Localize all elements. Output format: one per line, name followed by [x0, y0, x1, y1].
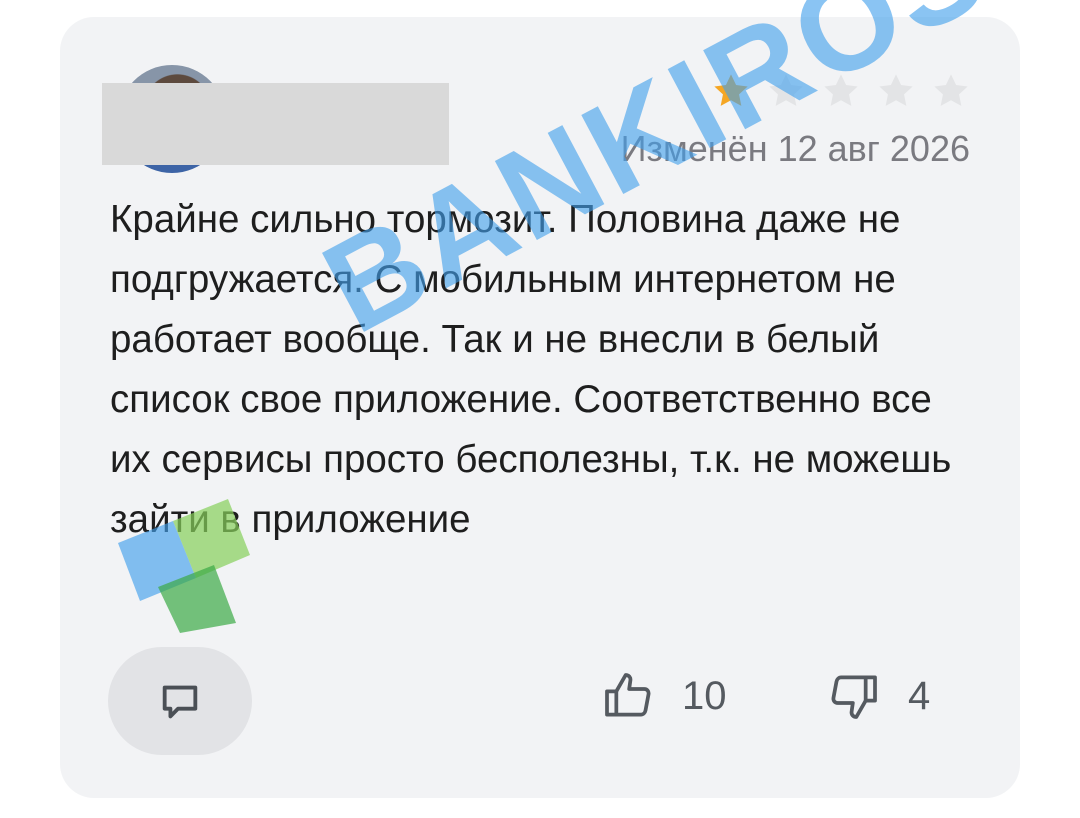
- rating-stars: [710, 70, 972, 112]
- dislike-count: 4: [908, 673, 931, 718]
- star-empty-icon: [769, 74, 803, 106]
- thumbs-up-icon: [605, 673, 651, 717]
- review-date: Изменён 12 авг 2026: [620, 128, 970, 169]
- star-empty-icon: [824, 74, 858, 106]
- redacted-username: [102, 83, 449, 165]
- like-button[interactable]: 10: [600, 668, 727, 724]
- review-text: Крайне сильно тормозит. Половина даже не…: [110, 198, 952, 541]
- star-filled-icon: [714, 74, 748, 106]
- star-empty-icon: [879, 74, 913, 106]
- thumbs-down-icon: [831, 675, 877, 719]
- star-empty-icon: [934, 74, 968, 106]
- like-count: 10: [682, 673, 727, 718]
- reply-button[interactable]: [108, 647, 252, 755]
- comment-icon: [162, 685, 198, 719]
- dislike-button[interactable]: 4: [826, 668, 930, 724]
